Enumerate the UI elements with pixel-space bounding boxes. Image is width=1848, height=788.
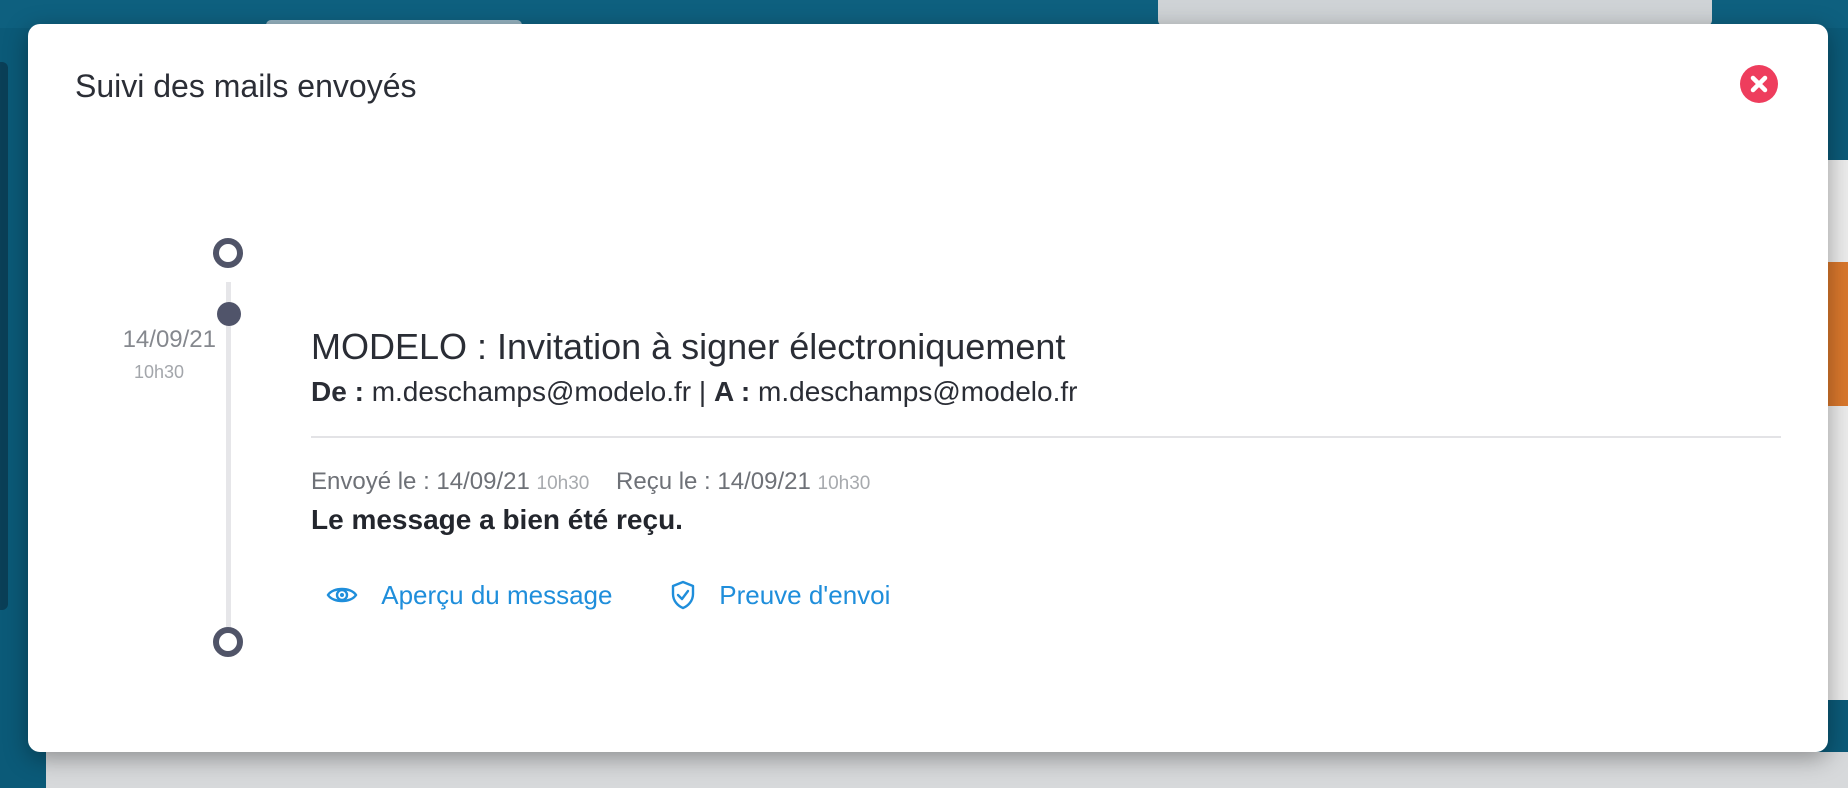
message-preview-link[interactable]: Aperçu du message xyxy=(326,578,612,611)
timeline-end-node xyxy=(213,627,243,657)
mail-tracking-modal: Suivi des mails envoyés 14/09/21 10h30 M… xyxy=(28,24,1828,752)
background-sidebar xyxy=(0,62,8,610)
shield-check-icon xyxy=(671,580,695,610)
from-label: De : xyxy=(311,376,364,407)
sending-proof-link[interactable]: Preuve d'envoi xyxy=(670,578,890,611)
close-button[interactable] xyxy=(1740,65,1778,103)
delivery-dates: Envoyé le : 14/09/21 10h30 Reçu le : 14/… xyxy=(311,468,870,496)
background-right-panel xyxy=(1828,160,1848,700)
modal-title: Suivi des mails envoyés xyxy=(75,68,417,104)
message-preview-label: Aperçu du message xyxy=(381,579,613,610)
timeline-start-node xyxy=(213,238,243,268)
close-icon xyxy=(1750,75,1768,93)
received-time: 10h30 xyxy=(817,473,871,494)
background-card xyxy=(1158,0,1712,26)
entry-time: 10h30 xyxy=(133,362,184,382)
eye-icon xyxy=(326,587,358,603)
timeline-entry-node xyxy=(217,302,241,326)
sent-time: 10h30 xyxy=(536,473,590,494)
divider xyxy=(311,436,1781,438)
delivery-status: Le message a bien été reçu. xyxy=(311,504,683,535)
sending-proof-label: Preuve d'envoi xyxy=(719,579,891,610)
separator: | xyxy=(698,376,707,407)
sent-label: Envoyé le : xyxy=(311,468,430,495)
mail-sender-recipient: De : m.deschamps@modelo.fr | A : m.desch… xyxy=(311,376,1077,408)
background-footer xyxy=(46,752,1848,788)
received-date: 14/09/21 xyxy=(717,468,811,495)
from-address: m.deschamps@modelo.fr xyxy=(371,376,692,407)
background-orange-panel xyxy=(1828,262,1848,406)
entry-date: 14/09/21 xyxy=(122,326,216,353)
to-address: m.deschamps@modelo.fr xyxy=(758,376,1078,407)
mail-subject: MODELO : Invitation à signer électroniqu… xyxy=(311,326,1066,367)
received-label: Reçu le : xyxy=(616,468,711,495)
timeline-line xyxy=(226,282,231,652)
sent-date: 14/09/21 xyxy=(436,468,530,495)
to-label: A : xyxy=(713,376,751,407)
